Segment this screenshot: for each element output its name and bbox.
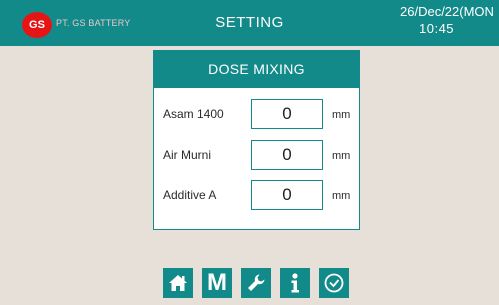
info-icon — [288, 272, 302, 294]
info-button[interactable] — [280, 268, 310, 298]
home-icon — [167, 273, 189, 293]
additive-a-value-field[interactable]: 0 — [251, 180, 323, 210]
settings-button[interactable] — [241, 268, 271, 298]
clock-icon — [323, 272, 345, 294]
asam-value-field[interactable]: 0 — [251, 99, 323, 129]
menu-icon: M — [207, 269, 227, 296]
row-unit: mm — [332, 109, 351, 121]
home-button[interactable] — [163, 268, 193, 298]
row-unit: mm — [332, 150, 351, 162]
setting-row-additive-a: Additive A 0 mm — [154, 180, 359, 210]
row-label: Asam 1400 — [163, 107, 224, 121]
dose-mixing-panel: DOSE MIXING Asam 1400 0 mm Air Murni 0 m… — [153, 50, 360, 230]
panel-title: DOSE MIXING — [154, 51, 359, 88]
time-display: 10:45 — [419, 21, 455, 36]
header-bar: GS PT. GS BATTERY SETTING 26/Dec/22(MON … — [0, 0, 499, 46]
clock-button[interactable] — [319, 268, 349, 298]
air-murni-value-field[interactable]: 0 — [251, 140, 323, 170]
menu-button[interactable]: M — [202, 268, 232, 298]
wrench-icon — [245, 272, 267, 294]
row-label: Additive A — [163, 188, 217, 202]
row-label: Air Murni — [163, 148, 212, 162]
setting-row-air-murni: Air Murni 0 mm — [154, 140, 359, 170]
date-display: 26/Dec/22(MON — [400, 4, 494, 19]
row-unit: mm — [332, 190, 351, 202]
setting-row-asam: Asam 1400 0 mm — [154, 99, 359, 129]
